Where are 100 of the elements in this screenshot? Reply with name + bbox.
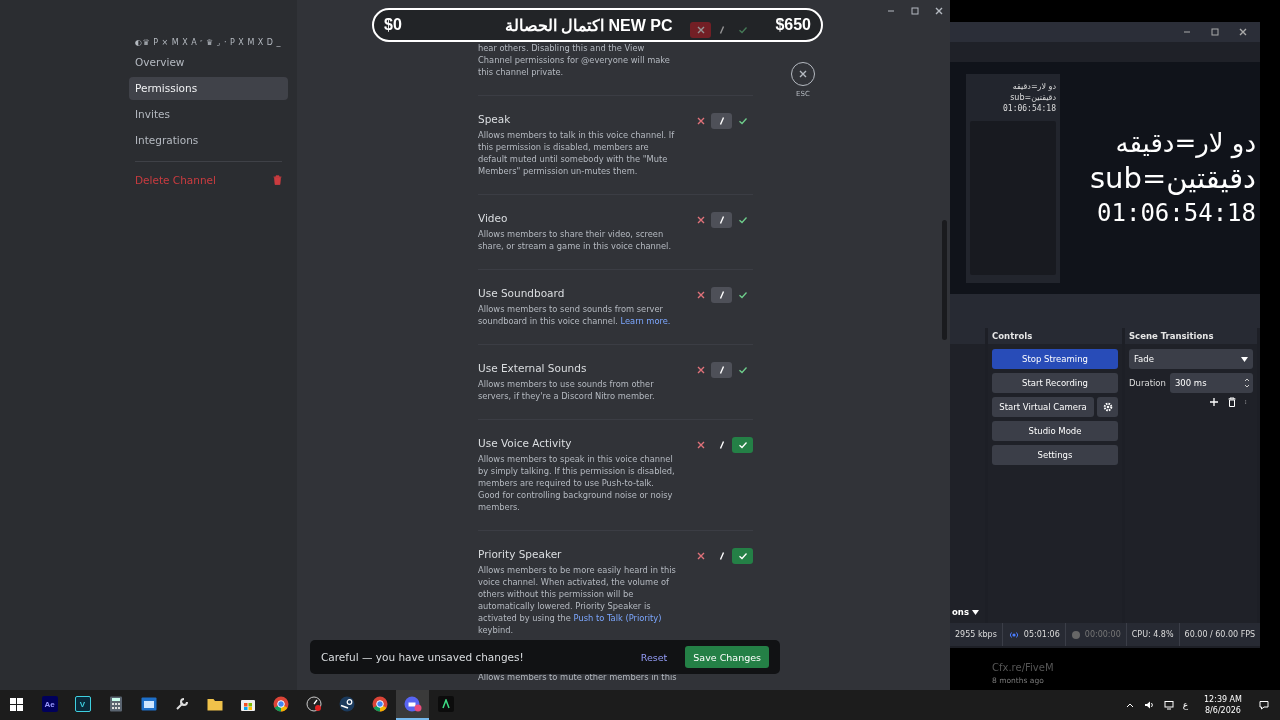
cross-icon	[695, 440, 706, 450]
calculator-icon	[108, 696, 123, 712]
check-icon	[737, 365, 748, 375]
channel-name: ◐♛ P × M X A ʳ ♛ ⌟ · P X M X D _	[135, 38, 283, 47]
duration-field[interactable]: 300 ms	[1169, 373, 1253, 393]
close-icon	[934, 6, 944, 16]
preview-text: sub=دقيقتين	[1090, 162, 1256, 196]
dock-menu-label[interactable]: ons	[950, 607, 985, 623]
preview-text: دو لار=دقيقه	[1115, 128, 1256, 159]
gear-icon	[1102, 402, 1113, 412]
goal-start: $0	[384, 16, 402, 34]
sidebar-item[interactable]: Invites	[129, 103, 288, 126]
lambda-app-icon	[437, 696, 454, 712]
dock-title: Scene Transitions	[1129, 331, 1214, 341]
allow-toggle[interactable]	[732, 437, 753, 453]
cross-icon	[695, 116, 706, 126]
permission-description: Allows members to use sounds from other servers, if they're a Discord Nitro member.	[478, 378, 656, 402]
control-button[interactable]: Settings	[992, 445, 1118, 465]
help-link[interactable]: Push to Talk (Priority)	[573, 613, 662, 623]
permission-title: Priority Speaker	[478, 548, 563, 560]
caret-icon	[971, 609, 979, 615]
control-button[interactable]: Stop Streaming	[992, 349, 1118, 369]
record-time: 00:00:00	[1084, 630, 1121, 639]
permission-title: Use External Sounds	[478, 362, 588, 374]
permission-description: Allows members to share their video, screen share, or stream a game in this voice channel.	[478, 228, 673, 252]
cross-icon	[695, 25, 706, 35]
check-icon	[737, 116, 748, 126]
check-icon	[737, 25, 748, 35]
cross-icon	[695, 365, 706, 375]
taskbar-app[interactable]: Ae	[33, 690, 66, 720]
permission-description: Allows members to be more easily heard in this voice channel. When activated, the volume of others without this permission will be automatically lowered. Priority Speaker is activated by using the Push to Talk (Priority) keybind.	[478, 564, 677, 636]
gauge-icon	[305, 696, 322, 712]
check-icon	[737, 215, 748, 225]
maximize-icon	[910, 6, 920, 16]
sidebar-item[interactable]: Integrations	[129, 129, 288, 152]
preview-text: دو لار=دقيقه	[1011, 81, 1056, 91]
speaker-icon	[1142, 700, 1155, 710]
more-icon	[1245, 397, 1249, 407]
clock[interactable]: 12:39 AM 8/6/2026	[1204, 694, 1242, 716]
check-icon	[737, 440, 748, 450]
bitrate-text: 2955 kbps	[955, 630, 997, 639]
permission-title: Speak	[478, 113, 512, 125]
notification-icon	[1258, 700, 1270, 710]
monitor-icon	[1162, 700, 1175, 710]
cross-icon	[695, 290, 706, 300]
goal-title: اكتمال الحصالة NEW PC	[504, 15, 673, 35]
allow-toggle[interactable]	[732, 548, 753, 564]
video-title: Cfx.re/FiveM	[992, 662, 1055, 673]
control-button[interactable]: Start Virtual Camera	[992, 397, 1094, 417]
reset-button[interactable]: Reset	[634, 647, 674, 667]
goal-amount: $650	[775, 16, 811, 34]
permission-title: Use Voice Activity	[478, 437, 573, 449]
neutral-toggle[interactable]	[711, 362, 732, 378]
control-button[interactable]: Studio Mode	[992, 421, 1118, 441]
preview-timer: 01:06:54:18	[1002, 103, 1056, 113]
settings-button[interactable]	[1097, 397, 1118, 417]
app-icon: Ae	[41, 696, 58, 712]
circle-logo-icon	[272, 696, 289, 712]
scrollbar-thumb[interactable]	[942, 220, 947, 340]
trash-icon	[1227, 397, 1237, 407]
sidebar-item[interactable]: Overview	[129, 51, 288, 74]
record-dot-icon	[1070, 629, 1081, 640]
dock-title: Controls	[992, 331, 1033, 341]
save-changes-button[interactable]: Save Changes	[685, 646, 769, 668]
preview-text: sub=دقيقتين	[1009, 92, 1056, 102]
neutral-toggle[interactable]	[711, 212, 732, 228]
neutral-toggle[interactable]	[711, 113, 732, 129]
unsaved-message: Careful — you have unsaved changes!	[321, 651, 525, 663]
check-icon	[737, 551, 748, 561]
stepper-icon[interactable]	[1244, 377, 1250, 389]
permission-title: Use Soundboard	[478, 287, 566, 299]
folder-icon	[206, 697, 223, 711]
taskbar-app[interactable]: V	[66, 690, 99, 720]
circle-logo-icon	[371, 696, 388, 712]
control-button[interactable]: Start Recording	[992, 373, 1118, 393]
permission-description: Allows members to speak in this voice channel by simply talking. If this permission is disabled, members are required to use Push-to-talk. Good for controlling background noise or noisy members.	[478, 453, 676, 513]
fps-text: 60.00 / 60.00 FPS	[1184, 630, 1256, 639]
cpu-text: CPU: 4.8%	[1131, 630, 1174, 639]
cross-icon	[798, 69, 808, 79]
permission-description: hear others. Disabling this and the View Channel permissions for @everyone will make this channel private.	[478, 42, 671, 78]
caret-icon	[1241, 356, 1248, 362]
maximize-icon	[1210, 27, 1220, 37]
app-icon: V	[74, 696, 91, 712]
trash-icon	[273, 174, 282, 185]
language-indicator[interactable]: ع	[1182, 700, 1188, 710]
permission-description: Allows members to talk in this voice channel. If this permission is disabled, members are default muted until somebody with the "Mute Members" permission un-mutes them.	[478, 129, 676, 177]
sidebar-item[interactable]: Permissions	[129, 77, 288, 100]
cross-icon	[695, 551, 706, 561]
stream-time: 05:01:06	[1023, 630, 1060, 639]
help-link[interactable]: Learn more.	[620, 316, 671, 326]
plus-icon	[1209, 397, 1219, 407]
permission-description: Allows members to send sounds from server soundboard in this voice channel. Learn more.	[478, 303, 672, 327]
duration-label: Duration	[1129, 378, 1166, 388]
neutral-toggle[interactable]	[711, 287, 732, 303]
deny-toggle[interactable]	[690, 22, 711, 38]
close-icon	[1238, 27, 1248, 37]
broadcast-icon	[1007, 629, 1020, 640]
cross-icon	[695, 215, 706, 225]
transition-select[interactable]: Fade	[1129, 349, 1253, 369]
preview-timer: 01:06:54:18	[1097, 199, 1256, 228]
